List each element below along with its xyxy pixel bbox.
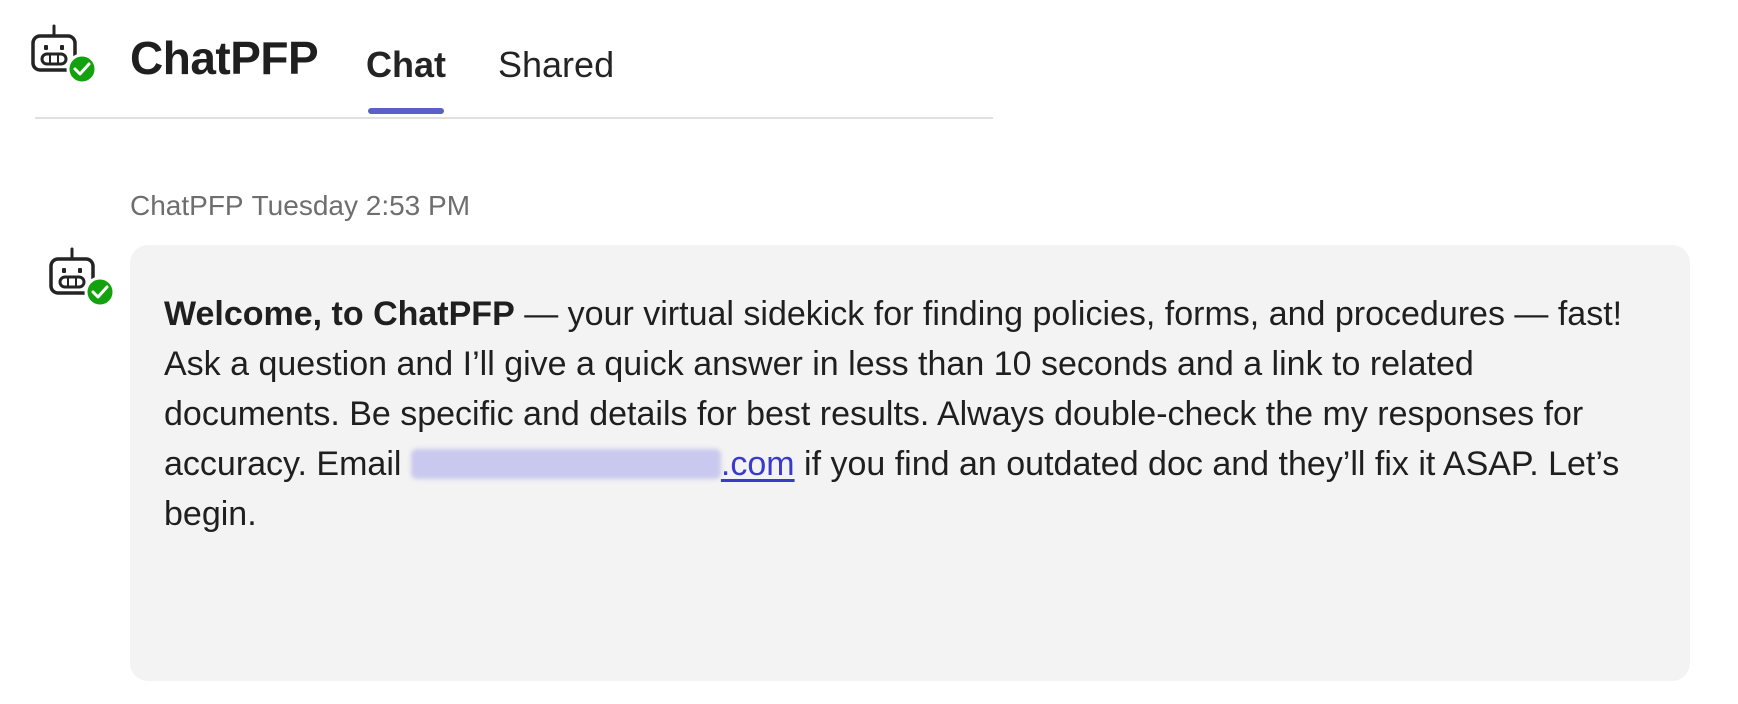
tab-shared[interactable]: Shared bbox=[496, 40, 616, 90]
message-timestamp: Tuesday 2:53 PM bbox=[251, 190, 471, 221]
message-text: Welcome, to ChatPFP — your virtual sidek… bbox=[164, 289, 1656, 539]
tab-chat[interactable]: Chat bbox=[364, 40, 448, 114]
redacted-email bbox=[410, 449, 721, 479]
app-header: ChatPFP Chat Shared bbox=[0, 0, 1738, 125]
message-bubble: Welcome, to ChatPFP — your virtual sidek… bbox=[130, 245, 1690, 681]
message-meta: ChatPFP Tuesday 2:53 PM bbox=[130, 188, 470, 224]
check-icon bbox=[84, 276, 116, 308]
app-title: ChatPFP bbox=[130, 32, 319, 84]
message-sender: ChatPFP bbox=[130, 190, 244, 221]
message-greeting: Welcome, to ChatPFP bbox=[164, 295, 515, 333]
header-divider bbox=[35, 117, 993, 119]
email-suffix: .com bbox=[720, 445, 795, 483]
robot-icon bbox=[31, 24, 98, 85]
email-link[interactable]: .com bbox=[410, 445, 795, 483]
robot-icon bbox=[49, 247, 116, 308]
check-icon bbox=[66, 53, 98, 85]
message-avatar[interactable] bbox=[48, 245, 126, 317]
tab-bar: Chat Shared bbox=[364, 40, 616, 114]
bot-avatar[interactable] bbox=[30, 22, 108, 94]
